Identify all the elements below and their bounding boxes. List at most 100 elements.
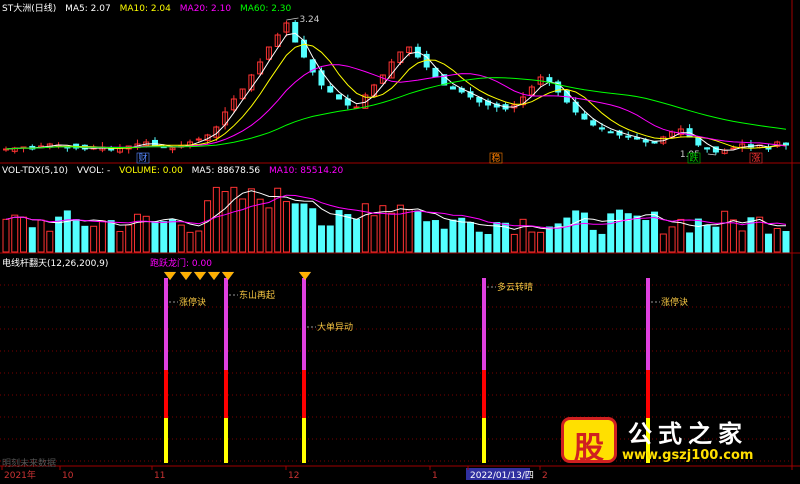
candle-body <box>642 139 649 143</box>
volume-bar <box>659 233 667 253</box>
indicator-flag-label: 跑跃龙门: 0.00 <box>150 259 212 269</box>
signal-label: 东山再起 <box>239 289 275 301</box>
volume-bar <box>11 214 19 253</box>
volume-bar <box>177 224 185 253</box>
volume-title: VOL-TDX(5,10) <box>2 166 69 176</box>
volume-bar <box>37 219 45 253</box>
volume-bar <box>782 231 790 253</box>
logo-name: 公式之家 <box>628 420 748 448</box>
candle-body <box>327 86 334 93</box>
logo-url: www.gszj100.com <box>622 448 754 463</box>
volume-bar <box>379 205 387 253</box>
candle-body <box>783 142 789 146</box>
ma20-label: MA20: 2.10 <box>179 4 232 14</box>
volume-label: VOLUME: 0.00 <box>119 166 183 176</box>
candle-body <box>336 94 343 100</box>
volume-bar <box>247 188 255 253</box>
candle-body <box>730 147 737 150</box>
signal-bar-mid <box>646 370 650 418</box>
diamond-marker <box>298 271 312 281</box>
candle-body <box>195 138 202 141</box>
stock-chart[interactable]: 3.241.95财稳跌涨涨停诀东山再起大单异动多云转晴涨停诀2021年10111… <box>0 0 800 481</box>
volume-bar <box>388 212 396 253</box>
signal-bar-mid <box>302 370 306 418</box>
volume-bar <box>256 198 264 253</box>
volume-bar <box>282 201 290 253</box>
volume-bar <box>545 226 553 253</box>
volume-bar <box>423 221 431 253</box>
volume-bar <box>475 231 483 253</box>
volume-bar <box>396 204 404 253</box>
logo-badge-text: 股 <box>574 431 604 466</box>
ma20-line <box>5 64 787 150</box>
ma60-label: MA60: 2.30 <box>239 4 292 14</box>
event-marker-text: 跌 <box>689 153 698 164</box>
volume-bar <box>668 226 676 253</box>
volume-bar <box>81 225 89 253</box>
volume-bar <box>46 230 54 253</box>
x-axis-label: 2022/01/13/四 <box>470 471 534 480</box>
volume-bar <box>204 200 212 253</box>
signal-bar-base <box>302 418 306 463</box>
volume-bar <box>221 191 229 253</box>
volume-bar <box>642 220 650 253</box>
x-axis-label: 10 <box>62 471 74 480</box>
volume-bar <box>186 231 194 253</box>
candle-body <box>432 67 439 78</box>
ma5-label: MA5: 2.07 <box>65 4 111 14</box>
candle-body <box>581 113 588 120</box>
volume-bar <box>607 213 615 253</box>
volume-bar <box>133 213 141 253</box>
volume-bar <box>563 217 571 253</box>
volume-bar <box>265 207 273 253</box>
signal-bar-top <box>482 278 486 370</box>
indicator-title: 电线杆翻天(12,26,200,9) <box>2 259 109 269</box>
chart-stage: 3.241.95财稳跌涨涨停诀东山再起大单异动多云转晴涨停诀2021年10111… <box>0 0 800 481</box>
candle-body <box>590 120 597 126</box>
volume-bar <box>195 230 203 253</box>
volume-bar <box>721 210 729 253</box>
event-marker-text: 财 <box>138 152 147 164</box>
x-axis-label: 2 <box>542 471 548 480</box>
volume-bar <box>300 203 308 253</box>
volume-bar <box>318 225 326 253</box>
stock-title: ST大洲(日线) <box>2 4 57 14</box>
volume-bar <box>291 203 299 253</box>
diamond-marker <box>221 271 235 281</box>
candle-body <box>546 77 553 83</box>
candle-body <box>108 148 115 151</box>
volume-bar <box>773 227 781 253</box>
volume-bar <box>712 226 720 253</box>
indicator-panel-header: 电线杆翻天(12,26,200,9) <box>2 256 114 269</box>
volume-bar <box>90 225 98 253</box>
volume-bar <box>598 233 606 253</box>
signal-label: 多云转晴 <box>497 281 533 293</box>
event-marker-text: 稳 <box>491 152 500 164</box>
x-axis-label: 11 <box>154 471 165 480</box>
volume-bar <box>239 198 247 253</box>
signal-bar-mid <box>482 370 486 418</box>
signal-bar-base <box>164 418 168 463</box>
volume-bar <box>63 210 71 253</box>
volume-bar <box>20 216 28 253</box>
volume-bar <box>125 224 133 253</box>
high-price-label: 3.24 <box>299 15 319 25</box>
logo-badge: 股 <box>564 420 614 466</box>
x-axis-label: 2021年 <box>4 469 36 480</box>
volume-bar <box>466 221 474 253</box>
volume-bar <box>151 221 159 253</box>
volume-bar <box>98 220 106 253</box>
volume-bar <box>440 228 448 253</box>
volume-bar <box>510 233 518 253</box>
signal-bar-top <box>646 278 650 370</box>
volume-bar <box>72 219 80 253</box>
volume-ma5-line <box>5 190 787 230</box>
candle-body <box>607 131 614 134</box>
signal-bar-top <box>302 278 306 370</box>
volume-bar <box>335 210 343 253</box>
volume-bar <box>537 231 545 253</box>
candle-body <box>704 147 711 150</box>
indicator-flag: 跑跃龙门: 0.00 <box>150 256 218 269</box>
volume-bar <box>344 214 352 253</box>
volume-bar <box>431 220 439 253</box>
